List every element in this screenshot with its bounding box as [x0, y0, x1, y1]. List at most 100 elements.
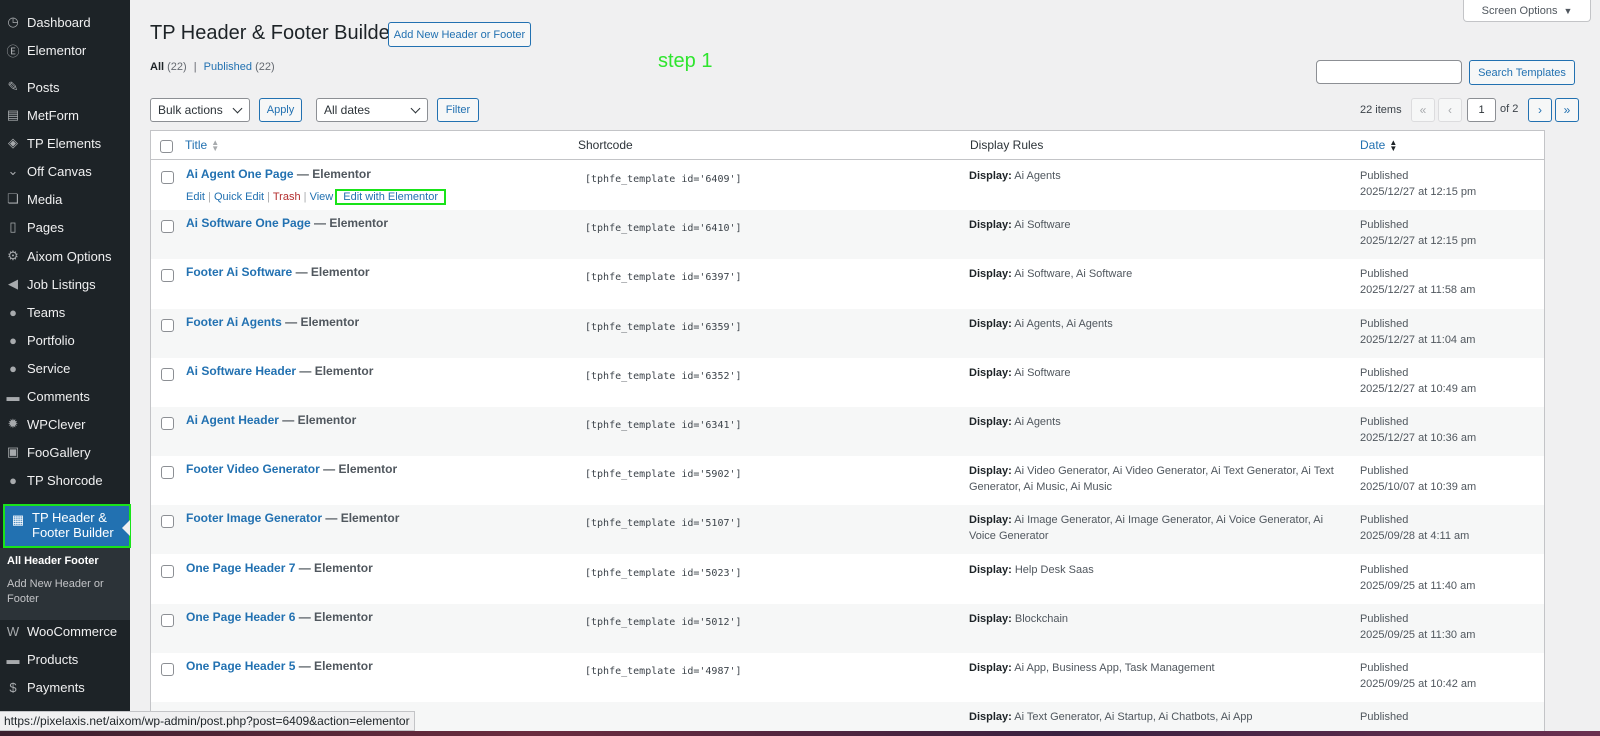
sidebar-item-label: TP Elements	[27, 135, 102, 151]
quick-edit-link[interactable]: Quick Edit	[214, 191, 264, 203]
last-page-button[interactable]: »	[1555, 98, 1579, 122]
date-filter-select[interactable]: All dates	[316, 98, 428, 122]
display-prefix: Display:	[969, 219, 1012, 232]
chevron-down-icon	[232, 103, 243, 114]
submenu: All Header Footer Add New Header or Foot…	[0, 548, 130, 620]
sidebar-item-dashboard[interactable]: ◷ Dashboard	[0, 8, 130, 36]
sidebar-item-label: MetForm	[27, 107, 79, 123]
row-checkbox[interactable]	[161, 220, 174, 234]
chevron-down-icon: ⌄	[7, 163, 19, 178]
sidebar-item-metform[interactable]: ▤ MetForm	[0, 101, 130, 129]
row-checkbox[interactable]	[161, 318, 174, 332]
row-checkbox[interactable]	[161, 171, 174, 184]
row-title-link[interactable]: Footer Image Generator	[186, 511, 322, 525]
add-new-button[interactable]: Add New Header or Footer	[388, 22, 531, 47]
submenu-item-add-new[interactable]: Add New Header or Footer	[7, 577, 122, 607]
row-title-link[interactable]: Ai Agent One Page	[186, 167, 294, 181]
sidebar-item-tp-shorcode[interactable]: ● TP Shorcode	[0, 466, 130, 494]
sidebar-item-portfolio[interactable]: ● Portfolio	[0, 326, 130, 354]
row-date: Published 2025/12/27 at 11:04 am	[1360, 316, 1475, 348]
filter-all-link[interactable]: All	[150, 61, 164, 73]
display-value: Ai Software	[1014, 219, 1071, 232]
row-status: Published	[1360, 416, 1409, 428]
sidebar-item-aixom-options[interactable]: ⚙ Aixom Options	[0, 242, 130, 270]
sidebar-item-teams[interactable]: ● Teams	[0, 298, 130, 326]
sidebar-item-woocommerce[interactable]: W WooCommerce	[0, 617, 130, 645]
column-date[interactable]: Date ▲ ▼	[1360, 138, 1397, 152]
sidebar-item-foogallery[interactable]: ▣ FooGallery	[0, 438, 130, 466]
row-date-value: 2025/10/07 at 10:39 am	[1360, 481, 1477, 494]
trash-link[interactable]: Trash	[273, 191, 301, 203]
prev-page-button[interactable]: ‹	[1438, 98, 1462, 122]
row-title-link[interactable]: Ai Software Header	[186, 364, 296, 378]
row-title: Ai Software Header — Elementor	[186, 364, 373, 378]
row-date: Published 2025/12/27 at 11:58 am	[1360, 266, 1475, 298]
row-checkbox[interactable]	[161, 564, 174, 578]
submenu-item-all-header-footer[interactable]: All Header Footer	[7, 554, 122, 569]
row-title-link[interactable]: Ai Agent Header	[186, 413, 279, 427]
row-title-link[interactable]: Footer Video Generator	[186, 462, 320, 476]
row-title-link[interactable]: One Page Header 6	[186, 610, 295, 624]
edit-link[interactable]: Edit	[186, 191, 205, 203]
row-title-link[interactable]: Footer Ai Agents	[186, 315, 282, 329]
filter-button[interactable]: Filter	[437, 98, 479, 122]
table-row: Ai Agent Header — Elementor [tphfe_templa…	[151, 407, 1544, 456]
sidebar-item-label: Payments	[27, 679, 85, 695]
row-title-link[interactable]: One Page Header 5	[186, 659, 295, 673]
display-prefix: Display:	[969, 268, 1012, 281]
screen-options-button[interactable]: Screen Options ▼	[1463, 0, 1591, 22]
sidebar-item-tp-elements[interactable]: ◈ TP Elements	[0, 129, 130, 157]
search-input[interactable]	[1316, 60, 1462, 84]
first-page-button[interactable]: «	[1411, 98, 1435, 122]
portfolio-icon: ●	[9, 332, 17, 348]
next-page-button[interactable]: ›	[1528, 98, 1552, 122]
select-all-checkbox[interactable]	[160, 140, 173, 153]
sidebar-item-pages[interactable]: ▯ Pages	[0, 213, 130, 241]
display-value: Blockchain	[1014, 612, 1069, 625]
edit-with-elementor-link[interactable]: Edit with Elementor	[335, 189, 446, 205]
row-title-link[interactable]: One Page Header 7	[186, 561, 295, 575]
row-shortcode: [tphfe_template id='6341']	[585, 420, 742, 431]
row-checkbox[interactable]	[161, 367, 174, 381]
dashboard-icon: ◷	[7, 14, 19, 29]
row-title-link[interactable]: Ai Software One Page	[186, 216, 311, 230]
row-display-rules: Display: Help Desk Saas	[969, 562, 1349, 578]
row-checkbox[interactable]	[161, 269, 174, 283]
sidebar-item-media[interactable]: ❏ Media	[0, 185, 130, 213]
sidebar-item-wpclever[interactable]: ✹ WPClever	[0, 410, 130, 438]
sidebar-item-service[interactable]: ● Service	[0, 354, 130, 382]
row-checkbox[interactable]	[161, 515, 174, 529]
sidebar-item-posts[interactable]: ✎ Posts	[0, 73, 130, 101]
sidebar-item-products[interactable]: ▬ Products	[0, 645, 130, 673]
row-checkbox[interactable]	[161, 663, 174, 676]
row-title-state: — Elementor	[292, 265, 370, 280]
sidebar-item-comments[interactable]: ▬ Comments	[0, 382, 130, 410]
sidebar-item-elementor[interactable]: Ⓔ Elementor	[0, 36, 130, 64]
display-value: Ai Agents	[1014, 416, 1061, 428]
display-value: Ai App, Business App, Task Management	[1014, 662, 1215, 674]
bulk-actions-value: Bulk actions	[158, 103, 223, 117]
sidebar-item-off-canvas[interactable]: ⌄ Off Canvas	[0, 157, 130, 185]
sidebar-item-label: FooGallery	[27, 444, 91, 460]
current-page-input[interactable]: 1	[1467, 98, 1496, 122]
row-checkbox[interactable]	[161, 417, 174, 430]
view-link[interactable]: View	[310, 191, 334, 203]
sidebar-item-job-listings[interactable]: ◀ Job Listings	[0, 270, 130, 298]
row-checkbox[interactable]	[161, 466, 174, 480]
sidebar-item-payments[interactable]: $ Payments	[0, 673, 130, 701]
search-templates-button[interactable]: Search Templates	[1469, 60, 1575, 85]
page-title: TP Header & Footer Builder	[150, 22, 397, 44]
sidebar-item-label: Portfolio	[27, 332, 75, 348]
column-title[interactable]: Title ▲ ▼	[185, 138, 219, 152]
bulk-actions-select[interactable]: Bulk actions	[150, 98, 250, 122]
row-title-state: — Elementor	[281, 314, 360, 329]
row-display-rules: Display: Blockchain	[969, 611, 1349, 627]
sidebar-item-label: Products	[27, 651, 79, 667]
step-annotation: step 1	[658, 50, 713, 72]
apply-button[interactable]: Apply	[259, 98, 302, 122]
tp-icon: ◈	[8, 135, 18, 150]
filter-published-link[interactable]: Published	[204, 61, 252, 73]
sidebar-item-tp-header-footer-builder[interactable]: ▦ TP Header & Footer Builder	[3, 504, 131, 548]
row-title-link[interactable]: Footer Ai Software	[186, 265, 292, 279]
row-checkbox[interactable]	[161, 613, 174, 627]
